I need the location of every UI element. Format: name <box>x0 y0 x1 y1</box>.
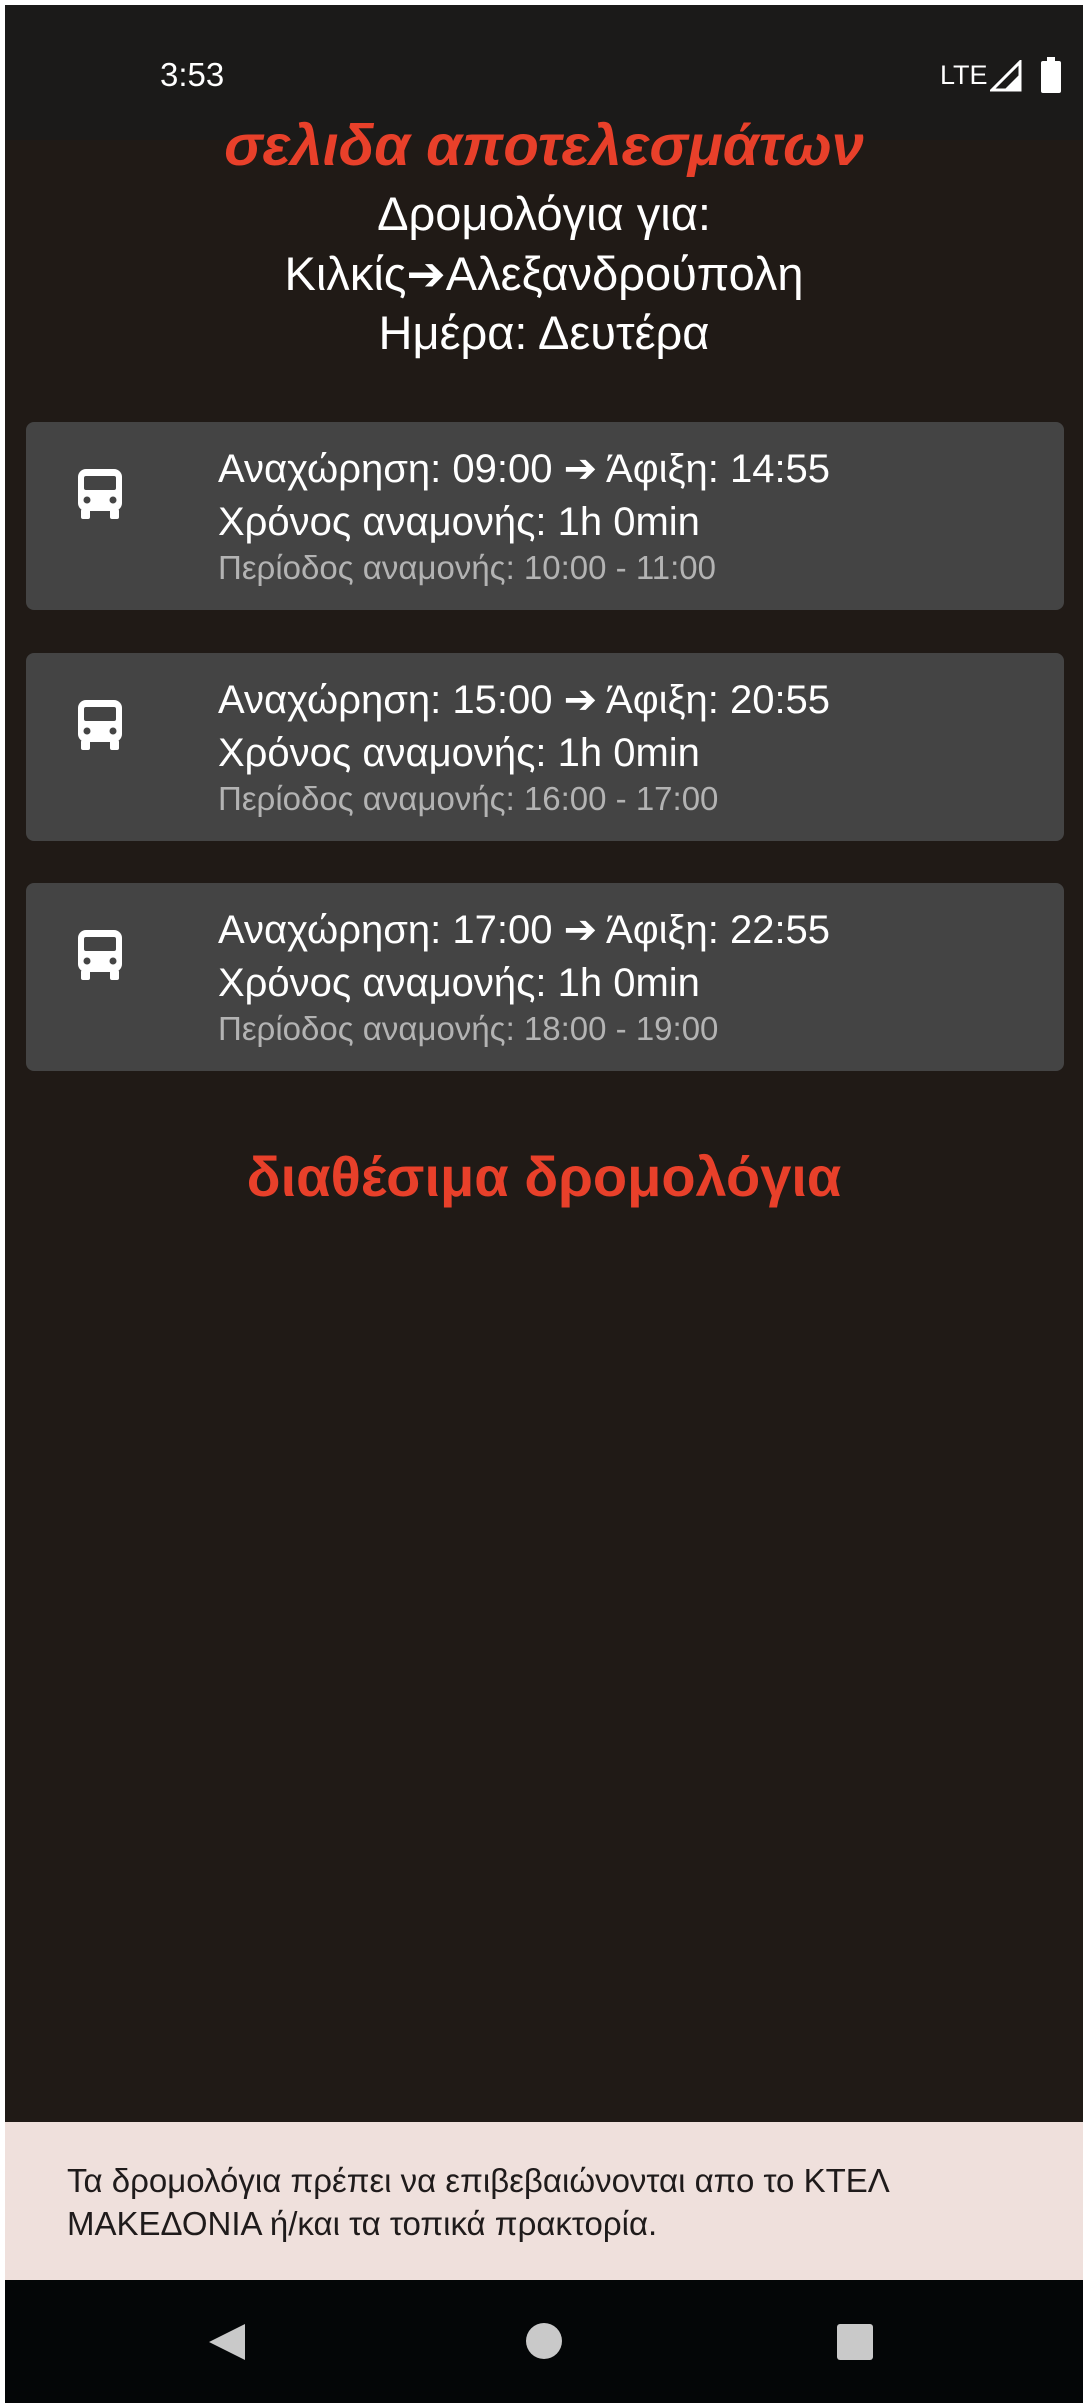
arrow-right-icon: ➔ <box>563 678 598 722</box>
recents-icon[interactable] <box>836 2323 874 2361</box>
trip-card[interactable]: Αναχώρηση: 15:00 ➔ Άφιξη: 20:55 Χρόνος α… <box>26 653 1064 841</box>
route-label: Κιλκίς➔Αλεξανδρούπολη <box>284 247 804 300</box>
app-screen: 3:53 LTE σελιδα αποτελεσμάτων Δρομολόγια… <box>5 5 1083 2403</box>
trip-times: Αναχώρηση: 17:00 ➔ Άφιξη: 22:55 <box>218 905 830 955</box>
network-type: LTE <box>940 60 988 90</box>
arrow-right-icon: ➔ <box>563 908 598 952</box>
day-label: Ημέρα: Δευτέρα <box>378 306 710 359</box>
battery-icon <box>1041 57 1061 93</box>
wait-time: Χρόνος αναμονής: 1h 0min <box>218 500 700 544</box>
status-time: 3:53 <box>160 56 225 93</box>
back-icon[interactable] <box>207 2322 247 2362</box>
bus-icon <box>78 930 122 980</box>
departure-time: Αναχώρηση: 15:00 <box>218 678 553 722</box>
wait-time: Χρόνος αναμονής: 1h 0min <box>218 961 700 1005</box>
wait-time: Χρόνος αναμονής: 1h 0min <box>218 731 700 775</box>
bus-icon <box>78 700 122 750</box>
arrival-time: Άφιξη: 20:55 <box>606 678 831 722</box>
arrival-time: Άφιξη: 22:55 <box>606 908 831 952</box>
bus-icon <box>78 469 122 519</box>
navigation-bar <box>5 2280 1083 2403</box>
notice-text: Τα δρομολόγια πρέπει να επιβεβαιώνονται … <box>67 2162 888 2242</box>
signal-icon <box>990 60 1022 92</box>
trip-times: Αναχώρηση: 15:00 ➔ Άφιξη: 20:55 <box>218 675 830 725</box>
departure-time: Αναχώρηση: 17:00 <box>218 908 553 952</box>
routes-for-label: Δρομολόγια για: <box>377 187 711 240</box>
section-title: διαθέσιμα δρομολόγια <box>246 1145 842 1208</box>
wait-period: Περίοδος αναμονής: 18:00 - 19:00 <box>218 1010 719 1047</box>
page-title: σελιδα αποτελεσμάτων <box>224 113 864 178</box>
wait-period: Περίοδος αναμονής: 10:00 - 11:00 <box>218 549 716 586</box>
trip-times: Αναχώρηση: 09:00 ➔ Άφιξη: 14:55 <box>218 444 830 494</box>
wait-period: Περίοδος αναμονής: 16:00 - 17:00 <box>218 780 719 817</box>
arrival-time: Άφιξη: 14:55 <box>606 447 831 491</box>
home-icon[interactable] <box>525 2322 563 2360</box>
trip-card[interactable]: Αναχώρηση: 09:00 ➔ Άφιξη: 14:55 Χρόνος α… <box>26 422 1064 610</box>
arrow-right-icon: ➔ <box>563 447 598 491</box>
trip-card[interactable]: Αναχώρηση: 17:00 ➔ Άφιξη: 22:55 Χρόνος α… <box>26 883 1064 1071</box>
notice-banner: Τα δρομολόγια πρέπει να επιβεβαιώνονται … <box>5 2122 1083 2280</box>
departure-time: Αναχώρηση: 09:00 <box>218 447 553 491</box>
